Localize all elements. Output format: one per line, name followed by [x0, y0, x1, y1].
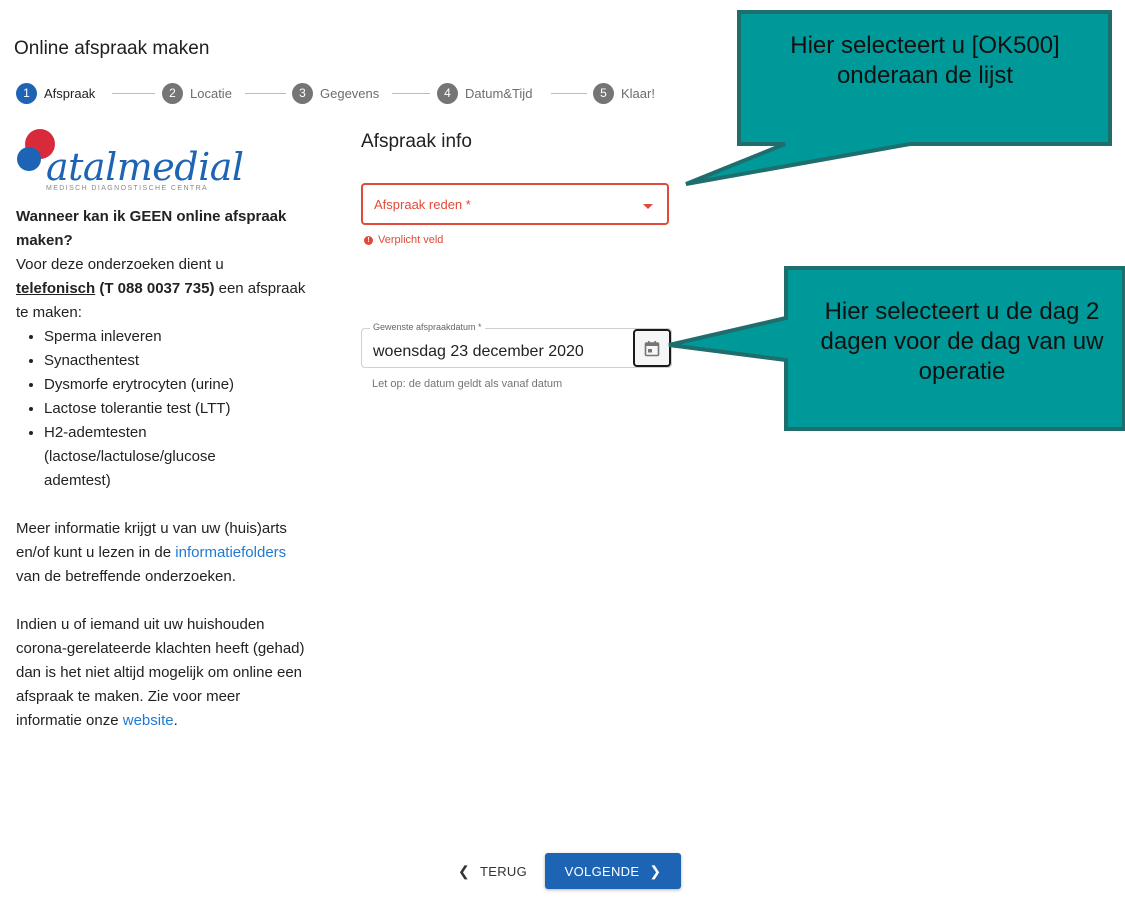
list-item: Synacthentest	[44, 349, 306, 373]
sidebar-intro: Voor deze onderzoeken dient u telefonisc…	[16, 253, 306, 325]
page-title: Online afspraak maken	[14, 38, 210, 59]
step-number: 5	[593, 82, 614, 104]
step-label: Datum&Tijd	[465, 85, 533, 101]
website-link[interactable]: website	[123, 712, 174, 729]
list-item: Dysmorfe erytrocyten (urine)	[44, 373, 306, 397]
terug-label: TERUG	[480, 863, 528, 879]
afspraakdatum-field[interactable]: Gewenste afspraakdatum * woensdag 23 dec…	[361, 322, 672, 368]
sidebar-question: Wanneer kan ik GEEN online afspraak make…	[16, 208, 287, 249]
date-hint: Let op: de datum geldt als vanaf datum	[372, 378, 563, 390]
step-label: Locatie	[190, 85, 232, 101]
step-gegevens[interactable]: 3 Gegevens	[292, 82, 379, 104]
step-datum-tijd[interactable]: 4 Datum&Tijd	[437, 82, 532, 104]
step-connector	[245, 93, 286, 94]
step-number: 3	[292, 82, 313, 104]
sidebar-info: Wanneer kan ik GEEN online afspraak make…	[16, 205, 306, 733]
sidebar-more-info: Meer informatie krijgt u van uw (huis)ar…	[16, 517, 306, 589]
step-number: 2	[162, 82, 183, 104]
step-klaar[interactable]: 5 Klaar!	[593, 82, 655, 104]
step-connector	[392, 93, 430, 94]
logo-tagline: MEDISCH DIAGNOSTISCHE CENTRA	[46, 185, 209, 192]
afspraak-reden-label: Afspraak reden *	[374, 197, 471, 212]
calendar-button[interactable]	[633, 329, 671, 367]
telefonisch-link[interactable]: telefonisch	[16, 280, 95, 297]
afspraakdatum-label: Gewenste afspraakdatum *	[370, 322, 485, 332]
volgende-label: VOLGENDE	[564, 863, 640, 879]
error-icon: !	[364, 235, 373, 245]
list-item: Lactose tolerantie test (LTT)	[44, 397, 306, 421]
caret-down-icon	[643, 204, 653, 209]
step-label: Gegevens	[320, 85, 380, 101]
exclusion-list: Sperma inleveren Synacthentest Dysmorfe …	[16, 325, 306, 493]
step-label: Afspraak	[44, 85, 96, 101]
corona-text-end: .	[173, 712, 178, 729]
phone-number: (T 088 0037 735)	[95, 280, 215, 297]
step-number: 1	[16, 82, 37, 104]
step-number: 4	[437, 82, 458, 104]
terug-button[interactable]: ❮ TERUG	[458, 856, 527, 886]
list-item: Sperma inleveren	[44, 325, 306, 349]
step-locatie[interactable]: 2 Locatie	[162, 82, 232, 104]
afspraakdatum-value: woensdag 23 december 2020	[373, 343, 584, 360]
list-item: H2-ademtesten (lactose/lactulose/glucose…	[44, 421, 306, 493]
step-connector	[551, 93, 587, 94]
afspraak-reden-select[interactable]: Afspraak reden *	[361, 183, 669, 225]
callout-bottom-text: Hier selecteert u de dag 2 dagen voor de…	[820, 298, 1104, 385]
info-text-end: van de betreffende onderzoeken.	[16, 568, 236, 585]
calendar-icon	[644, 340, 660, 356]
chevron-right-icon: ❯	[649, 862, 662, 879]
intro-text: Voor deze onderzoeken dient u	[16, 256, 224, 273]
logo-wordmark: atalmedial	[46, 145, 244, 189]
step-label: Klaar!	[621, 85, 655, 101]
section-title: Afspraak info	[361, 131, 472, 152]
required-error: ! Verplicht veld	[364, 234, 443, 246]
atalmedial-logo: atalmedial MEDISCH DIAGNOSTISCHE CENTRA	[16, 126, 244, 196]
stepper: 1 Afspraak 2 Locatie 3 Gegevens 4 Datum&…	[16, 82, 676, 104]
sidebar-corona-info: Indien u of iemand uit uw huishouden cor…	[16, 613, 306, 733]
callout-top-text: Hier selecteert u [OK500] onderaan de li…	[790, 32, 1060, 89]
error-text: Verplicht veld	[378, 234, 444, 246]
chevron-left-icon: ❮	[458, 862, 471, 879]
informatiefolders-link[interactable]: informatiefolders	[175, 544, 286, 561]
step-connector	[112, 93, 155, 94]
step-afspraak[interactable]: 1 Afspraak	[16, 82, 95, 104]
volgende-button[interactable]: VOLGENDE ❯	[545, 853, 681, 889]
